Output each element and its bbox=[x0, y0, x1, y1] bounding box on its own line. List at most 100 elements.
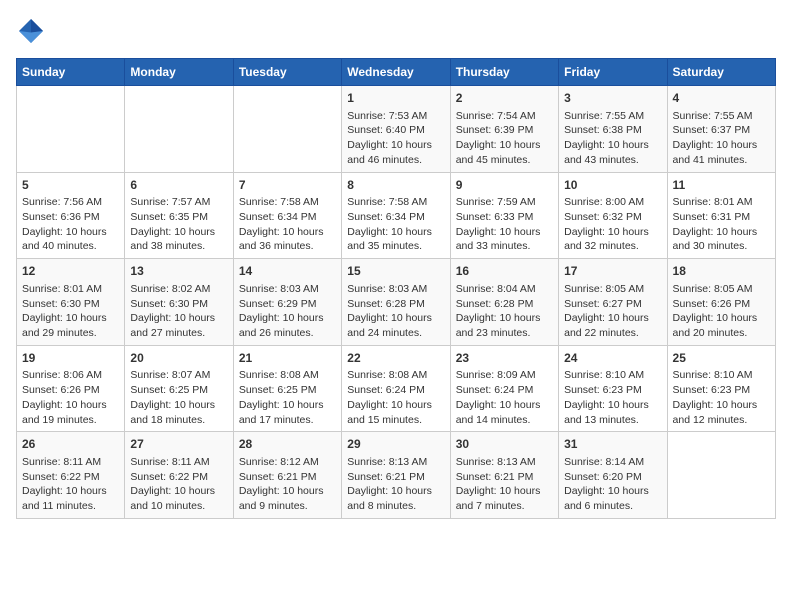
day-number: 21 bbox=[239, 350, 336, 367]
calendar-cell: 26 Sunrise: 8:11 AM Sunset: 6:22 PM Dayli… bbox=[17, 432, 125, 519]
calendar-table: SundayMondayTuesdayWednesdayThursdayFrid… bbox=[16, 58, 776, 519]
day-info: Sunrise: 8:03 AM Sunset: 6:29 PM Dayligh… bbox=[239, 282, 336, 341]
calendar-cell: 30 Sunrise: 8:13 AM Sunset: 6:21 PM Dayli… bbox=[450, 432, 558, 519]
calendar-cell: 27 Sunrise: 8:11 AM Sunset: 6:22 PM Dayli… bbox=[125, 432, 233, 519]
calendar-cell: 9Sunrise: 7:59 AM Sunset: 6:33 PM Daylig… bbox=[450, 172, 558, 259]
day-number: 25 bbox=[673, 350, 770, 367]
day-info: Sunrise: 8:08 AM Sunset: 6:25 PM Dayligh… bbox=[239, 368, 336, 427]
day-number: 10 bbox=[564, 177, 661, 194]
day-info: Sunrise: 8:05 AM Sunset: 6:27 PM Dayligh… bbox=[564, 282, 661, 341]
day-number: 16 bbox=[456, 263, 553, 280]
day-info: Sunrise: 7:58 AM Sunset: 6:34 PM Dayligh… bbox=[347, 195, 444, 254]
header-friday: Friday bbox=[559, 59, 667, 86]
day-number: 31 bbox=[564, 436, 661, 453]
logo-icon bbox=[16, 16, 46, 46]
day-info: Sunrise: 7:55 AM Sunset: 6:37 PM Dayligh… bbox=[673, 109, 770, 168]
day-number: 5 bbox=[22, 177, 119, 194]
calendar-week-1: 1 Sunrise: 7:53 AM Sunset: 6:40 PM Daylig… bbox=[17, 86, 776, 173]
calendar-header-row: SundayMondayTuesdayWednesdayThursdayFrid… bbox=[17, 59, 776, 86]
calendar-cell bbox=[667, 432, 775, 519]
calendar-cell: 25Sunrise: 8:10 AM Sunset: 6:23 PM Dayli… bbox=[667, 345, 775, 432]
day-info: Sunrise: 8:14 AM Sunset: 6:20 PM Dayligh… bbox=[564, 455, 661, 514]
day-info: Sunrise: 8:01 AM Sunset: 6:30 PM Dayligh… bbox=[22, 282, 119, 341]
day-number: 11 bbox=[673, 177, 770, 194]
calendar-cell: 6Sunrise: 7:57 AM Sunset: 6:35 PM Daylig… bbox=[125, 172, 233, 259]
calendar-cell: 17 Sunrise: 8:05 AM Sunset: 6:27 PM Dayli… bbox=[559, 259, 667, 346]
day-number: 29 bbox=[347, 436, 444, 453]
day-number: 19 bbox=[22, 350, 119, 367]
calendar-cell: 23Sunrise: 8:09 AM Sunset: 6:24 PM Dayli… bbox=[450, 345, 558, 432]
header-tuesday: Tuesday bbox=[233, 59, 341, 86]
calendar-cell: 24Sunrise: 8:10 AM Sunset: 6:23 PM Dayli… bbox=[559, 345, 667, 432]
day-number: 1 bbox=[347, 90, 444, 107]
day-number: 18 bbox=[673, 263, 770, 280]
calendar-cell: 21Sunrise: 8:08 AM Sunset: 6:25 PM Dayli… bbox=[233, 345, 341, 432]
header-wednesday: Wednesday bbox=[342, 59, 450, 86]
day-info: Sunrise: 8:13 AM Sunset: 6:21 PM Dayligh… bbox=[347, 455, 444, 514]
calendar-cell: 3Sunrise: 7:55 AM Sunset: 6:38 PM Daylig… bbox=[559, 86, 667, 173]
calendar-cell: 22Sunrise: 8:08 AM Sunset: 6:24 PM Dayli… bbox=[342, 345, 450, 432]
day-number: 26 bbox=[22, 436, 119, 453]
day-number: 14 bbox=[239, 263, 336, 280]
day-info: Sunrise: 7:59 AM Sunset: 6:33 PM Dayligh… bbox=[456, 195, 553, 254]
calendar-cell: 1 Sunrise: 7:53 AM Sunset: 6:40 PM Daylig… bbox=[342, 86, 450, 173]
day-number: 7 bbox=[239, 177, 336, 194]
day-number: 12 bbox=[22, 263, 119, 280]
day-info: Sunrise: 8:03 AM Sunset: 6:28 PM Dayligh… bbox=[347, 282, 444, 341]
day-info: Sunrise: 8:13 AM Sunset: 6:21 PM Dayligh… bbox=[456, 455, 553, 514]
calendar-week-4: 19Sunrise: 8:06 AM Sunset: 6:26 PM Dayli… bbox=[17, 345, 776, 432]
day-number: 17 bbox=[564, 263, 661, 280]
calendar-cell: 13 Sunrise: 8:02 AM Sunset: 6:30 PM Dayli… bbox=[125, 259, 233, 346]
day-info: Sunrise: 7:58 AM Sunset: 6:34 PM Dayligh… bbox=[239, 195, 336, 254]
calendar-cell: 16 Sunrise: 8:04 AM Sunset: 6:28 PM Dayli… bbox=[450, 259, 558, 346]
day-info: Sunrise: 8:01 AM Sunset: 6:31 PM Dayligh… bbox=[673, 195, 770, 254]
day-number: 24 bbox=[564, 350, 661, 367]
day-number: 28 bbox=[239, 436, 336, 453]
day-number: 6 bbox=[130, 177, 227, 194]
calendar-cell: 11Sunrise: 8:01 AM Sunset: 6:31 PM Dayli… bbox=[667, 172, 775, 259]
calendar-cell bbox=[233, 86, 341, 173]
day-info: Sunrise: 8:11 AM Sunset: 6:22 PM Dayligh… bbox=[130, 455, 227, 514]
day-info: Sunrise: 8:00 AM Sunset: 6:32 PM Dayligh… bbox=[564, 195, 661, 254]
calendar-cell: 12 Sunrise: 8:01 AM Sunset: 6:30 PM Dayli… bbox=[17, 259, 125, 346]
calendar-cell: 2 Sunrise: 7:54 AM Sunset: 6:39 PM Daylig… bbox=[450, 86, 558, 173]
day-info: Sunrise: 7:53 AM Sunset: 6:40 PM Dayligh… bbox=[347, 109, 444, 168]
calendar-cell: 10Sunrise: 8:00 AM Sunset: 6:32 PM Dayli… bbox=[559, 172, 667, 259]
page-header bbox=[16, 16, 776, 46]
calendar-week-3: 12 Sunrise: 8:01 AM Sunset: 6:30 PM Dayli… bbox=[17, 259, 776, 346]
day-info: Sunrise: 8:12 AM Sunset: 6:21 PM Dayligh… bbox=[239, 455, 336, 514]
day-info: Sunrise: 8:10 AM Sunset: 6:23 PM Dayligh… bbox=[673, 368, 770, 427]
calendar-cell: 5Sunrise: 7:56 AM Sunset: 6:36 PM Daylig… bbox=[17, 172, 125, 259]
day-info: Sunrise: 7:54 AM Sunset: 6:39 PM Dayligh… bbox=[456, 109, 553, 168]
day-number: 3 bbox=[564, 90, 661, 107]
day-info: Sunrise: 8:09 AM Sunset: 6:24 PM Dayligh… bbox=[456, 368, 553, 427]
header-thursday: Thursday bbox=[450, 59, 558, 86]
day-number: 4 bbox=[673, 90, 770, 107]
calendar-cell: 20Sunrise: 8:07 AM Sunset: 6:25 PM Dayli… bbox=[125, 345, 233, 432]
day-info: Sunrise: 8:11 AM Sunset: 6:22 PM Dayligh… bbox=[22, 455, 119, 514]
day-number: 15 bbox=[347, 263, 444, 280]
day-number: 30 bbox=[456, 436, 553, 453]
calendar-cell: 28 Sunrise: 8:12 AM Sunset: 6:21 PM Dayli… bbox=[233, 432, 341, 519]
calendar-cell: 7Sunrise: 7:58 AM Sunset: 6:34 PM Daylig… bbox=[233, 172, 341, 259]
day-number: 9 bbox=[456, 177, 553, 194]
day-info: Sunrise: 8:06 AM Sunset: 6:26 PM Dayligh… bbox=[22, 368, 119, 427]
day-number: 13 bbox=[130, 263, 227, 280]
calendar-cell: 19Sunrise: 8:06 AM Sunset: 6:26 PM Dayli… bbox=[17, 345, 125, 432]
header-monday: Monday bbox=[125, 59, 233, 86]
day-number: 23 bbox=[456, 350, 553, 367]
day-number: 2 bbox=[456, 90, 553, 107]
calendar-cell: 4 Sunrise: 7:55 AM Sunset: 6:37 PM Daylig… bbox=[667, 86, 775, 173]
header-saturday: Saturday bbox=[667, 59, 775, 86]
day-info: Sunrise: 8:02 AM Sunset: 6:30 PM Dayligh… bbox=[130, 282, 227, 341]
day-number: 27 bbox=[130, 436, 227, 453]
calendar-cell: 8Sunrise: 7:58 AM Sunset: 6:34 PM Daylig… bbox=[342, 172, 450, 259]
calendar-cell: 14 Sunrise: 8:03 AM Sunset: 6:29 PM Dayli… bbox=[233, 259, 341, 346]
day-info: Sunrise: 8:05 AM Sunset: 6:26 PM Dayligh… bbox=[673, 282, 770, 341]
day-number: 8 bbox=[347, 177, 444, 194]
calendar-cell: 18 Sunrise: 8:05 AM Sunset: 6:26 PM Dayli… bbox=[667, 259, 775, 346]
day-info: Sunrise: 8:08 AM Sunset: 6:24 PM Dayligh… bbox=[347, 368, 444, 427]
calendar-week-2: 5Sunrise: 7:56 AM Sunset: 6:36 PM Daylig… bbox=[17, 172, 776, 259]
day-info: Sunrise: 8:04 AM Sunset: 6:28 PM Dayligh… bbox=[456, 282, 553, 341]
day-info: Sunrise: 8:10 AM Sunset: 6:23 PM Dayligh… bbox=[564, 368, 661, 427]
